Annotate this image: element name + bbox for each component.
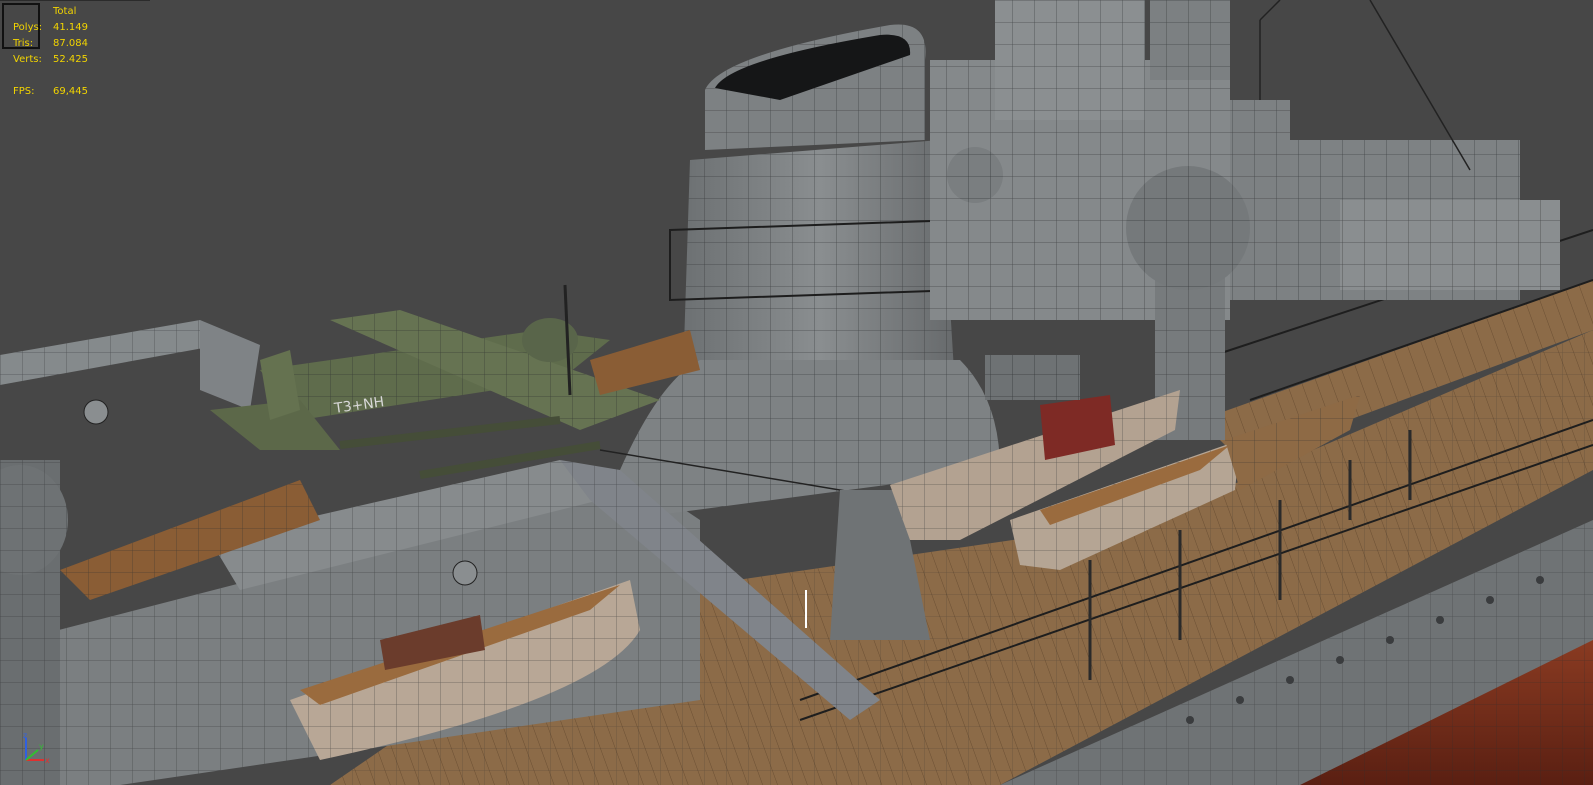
polys-value: 41.149: [53, 22, 88, 33]
tris-value: 87.084: [53, 38, 88, 49]
statistics-overlay: Total Polys: 41.149 Tris: 87.084 Verts: …: [0, 0, 180, 110]
verts-label: Verts:: [13, 54, 42, 65]
cursor-marker: [805, 590, 807, 628]
tris-label: Tris:: [13, 38, 34, 49]
main-tower: [930, 0, 1560, 320]
axis-z-label: z: [23, 732, 27, 740]
fps-value: 69,445: [53, 86, 88, 97]
battleship-model[interactable]: T3+NH: [0, 0, 1593, 785]
seaplane: T3+NH: [210, 284, 660, 479]
axis-y-label: y: [39, 742, 44, 751]
fps-label: FPS:: [13, 86, 35, 97]
polys-label: Polys:: [13, 22, 43, 33]
axis-gizmo-icon: x y z: [23, 732, 50, 765]
axis-x-label: x: [45, 756, 50, 765]
stats-title: Total: [53, 6, 77, 17]
verts-value: 52.425: [53, 54, 88, 65]
3d-viewport[interactable]: T3+NH Total Polys: 41.149 Tris: 87.084 V…: [0, 0, 1593, 785]
